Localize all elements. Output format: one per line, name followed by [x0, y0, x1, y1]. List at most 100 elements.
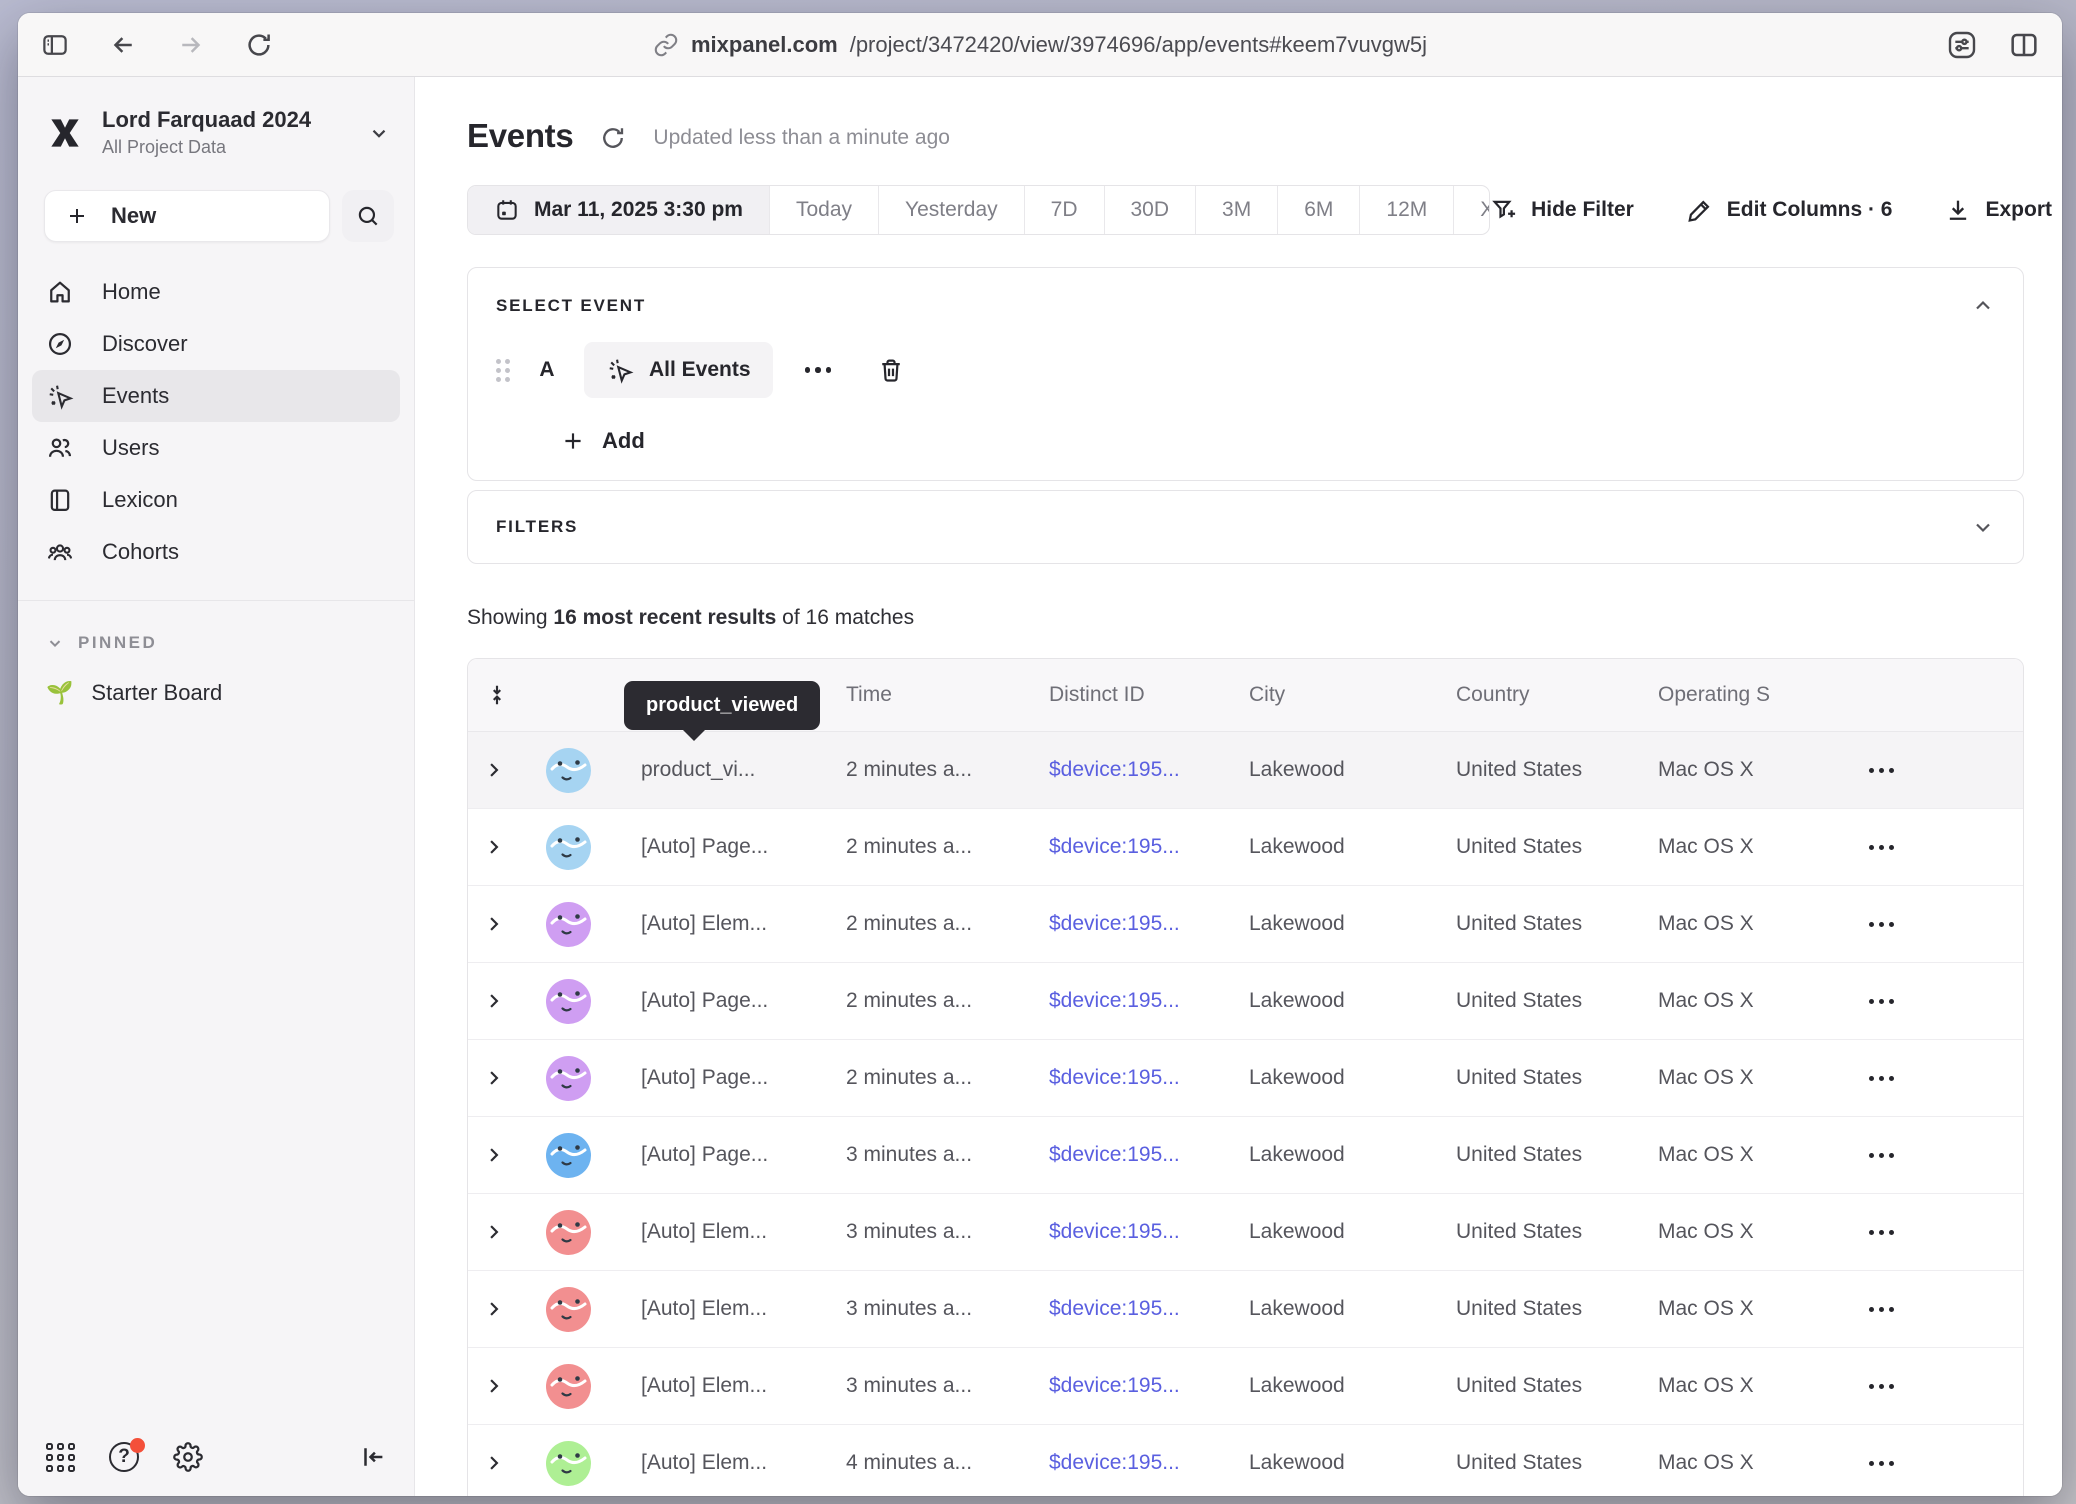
table-row[interactable]: [Auto] Elem... 3 minutes a... $device:19… [468, 1271, 2023, 1348]
expand-row-icon[interactable] [468, 1145, 524, 1165]
table-row[interactable]: [Auto] Elem... 2 minutes a... $device:19… [468, 886, 2023, 963]
cell-city: Lakewood [1249, 1143, 1456, 1167]
event-more-icon[interactable] [799, 361, 838, 379]
page-title: Events [467, 117, 573, 155]
date-range-button[interactable]: 30D [1105, 186, 1197, 234]
new-button[interactable]: New [44, 190, 330, 242]
expand-row-icon[interactable] [468, 1376, 524, 1396]
cell-distinct-id[interactable]: $device:195... [1049, 1143, 1249, 1167]
events-icon [46, 382, 74, 410]
workspace-switcher[interactable]: Lord Farquaad 2024 All Project Data [18, 77, 414, 168]
date-range-button[interactable]: 3M [1196, 186, 1278, 234]
expand-row-icon[interactable] [468, 914, 524, 934]
expand-row-icon[interactable] [468, 760, 524, 780]
add-event-button[interactable]: Add [560, 428, 645, 454]
cell-distinct-id[interactable]: $device:195... [1049, 1297, 1249, 1321]
edit-columns-label: Edit Columns · 6 [1727, 198, 1893, 222]
table-row[interactable]: [Auto] Elem... 4 minutes a... $device:19… [468, 1425, 2023, 1496]
sidebar-nav-item[interactable]: Lexicon [32, 474, 400, 526]
expand-row-icon[interactable] [468, 1068, 524, 1088]
expand-row-icon[interactable] [468, 837, 524, 857]
collapse-all-icon[interactable] [468, 682, 524, 708]
address-bar[interactable]: mixpanel.com/project/3472420/view/397469… [653, 32, 1427, 58]
row-more-icon[interactable] [1863, 993, 1900, 1010]
page-settings-icon[interactable] [1946, 29, 1978, 61]
event-avatar [546, 825, 591, 870]
table-row[interactable]: [Auto] Elem... 3 minutes a... $device:19… [468, 1348, 2023, 1425]
pinned-item[interactable]: 🌱 Starter Board [32, 667, 400, 719]
date-picker-button[interactable]: Mar 11, 2025 3:30 pm [468, 186, 770, 234]
event-selector-chip[interactable]: All Events [584, 342, 773, 398]
sidebar-toggle-icon[interactable] [40, 30, 70, 60]
chevron-down-icon [46, 634, 64, 652]
row-more-icon[interactable] [1863, 1301, 1900, 1318]
forward-icon[interactable] [176, 30, 206, 60]
sidebar-nav-item[interactable]: Events [32, 370, 400, 422]
table-row[interactable]: [Auto] Page... 2 minutes a... $device:19… [468, 1040, 2023, 1117]
cell-event-name: product_vi... [641, 758, 846, 782]
cell-distinct-id[interactable]: $device:195... [1049, 835, 1249, 859]
date-range-button[interactable]: Today [770, 186, 879, 234]
cell-country: United States [1456, 989, 1658, 1013]
apps-grid-icon[interactable] [46, 1443, 75, 1472]
settings-gear-icon[interactable] [173, 1442, 203, 1472]
discover-icon [46, 330, 74, 358]
date-range-button[interactable]: 6M [1278, 186, 1360, 234]
table-row[interactable]: [Auto] Page... 2 minutes a... $device:19… [468, 809, 2023, 886]
row-more-icon[interactable] [1863, 1455, 1900, 1472]
date-range-button[interactable]: 7D [1025, 186, 1105, 234]
row-more-icon[interactable] [1863, 839, 1900, 856]
cell-distinct-id[interactable]: $device:195... [1049, 1066, 1249, 1090]
tooltip-tail [682, 729, 706, 741]
cell-distinct-id[interactable]: $device:195... [1049, 1374, 1249, 1398]
row-more-icon[interactable] [1863, 762, 1900, 779]
url-domain: mixpanel.com [691, 32, 838, 58]
date-range-button[interactable]: XTD [1454, 186, 1490, 234]
date-range-button[interactable]: 12M [1360, 186, 1454, 234]
chevron-up-icon[interactable] [1971, 294, 1995, 318]
trash-icon[interactable] [877, 356, 905, 384]
expand-row-icon[interactable] [468, 1453, 524, 1473]
drag-handle-icon[interactable] [496, 359, 510, 382]
expand-row-icon[interactable] [468, 1222, 524, 1242]
split-view-icon[interactable] [2008, 29, 2040, 61]
help-icon[interactable]: ? [109, 1442, 139, 1472]
reload-icon[interactable] [244, 30, 274, 60]
search-button[interactable] [342, 190, 394, 242]
date-range-button[interactable]: Yesterday [879, 186, 1025, 234]
cohorts-icon [46, 538, 74, 566]
collapse-sidebar-icon[interactable] [358, 1442, 388, 1472]
refresh-icon[interactable] [599, 124, 627, 152]
cell-distinct-id[interactable]: $device:195... [1049, 1451, 1249, 1475]
row-more-icon[interactable] [1863, 1378, 1900, 1395]
cell-distinct-id[interactable]: $device:195... [1049, 912, 1249, 936]
chevron-down-icon[interactable] [1971, 515, 1995, 539]
table-row[interactable]: [Auto] Elem... 3 minutes a... $device:19… [468, 1194, 2023, 1271]
cell-distinct-id[interactable]: $device:195... [1049, 758, 1249, 782]
table-row[interactable]: product_vi... 2 minutes a... $device:195… [468, 732, 2023, 809]
date-range-control: Mar 11, 2025 3:30 pm Today Yesterday [467, 185, 1490, 235]
edit-columns-button[interactable]: Edit Columns · 6 [1686, 196, 1893, 224]
cell-distinct-id[interactable]: $device:195... [1049, 989, 1249, 1013]
cell-city: Lakewood [1249, 835, 1456, 859]
column-operating-system: Operating S [1658, 683, 1855, 707]
sidebar-nav-item[interactable]: Discover [32, 318, 400, 370]
row-more-icon[interactable] [1863, 1224, 1900, 1241]
table-row[interactable]: [Auto] Page... 2 minutes a... $device:19… [468, 963, 2023, 1040]
row-more-icon[interactable] [1863, 1147, 1900, 1164]
back-icon[interactable] [108, 30, 138, 60]
pinned-item-label: Starter Board [91, 680, 222, 706]
expand-row-icon[interactable] [468, 991, 524, 1011]
sidebar-nav-item[interactable]: Cohorts [32, 526, 400, 578]
row-more-icon[interactable] [1863, 916, 1900, 933]
hide-filter-button[interactable]: Hide Filter [1490, 196, 1634, 224]
export-button[interactable]: Export [1944, 196, 2052, 224]
row-more-icon[interactable] [1863, 1070, 1900, 1087]
cell-distinct-id[interactable]: $device:195... [1049, 1220, 1249, 1244]
table-row[interactable]: [Auto] Page... 3 minutes a... $device:19… [468, 1117, 2023, 1194]
expand-row-icon[interactable] [468, 1299, 524, 1319]
sidebar-nav-item[interactable]: Home [32, 266, 400, 318]
pinned-section-header[interactable]: PINNED [18, 601, 414, 659]
lexicon-icon [46, 486, 74, 514]
sidebar-nav-item[interactable]: Users [32, 422, 400, 474]
